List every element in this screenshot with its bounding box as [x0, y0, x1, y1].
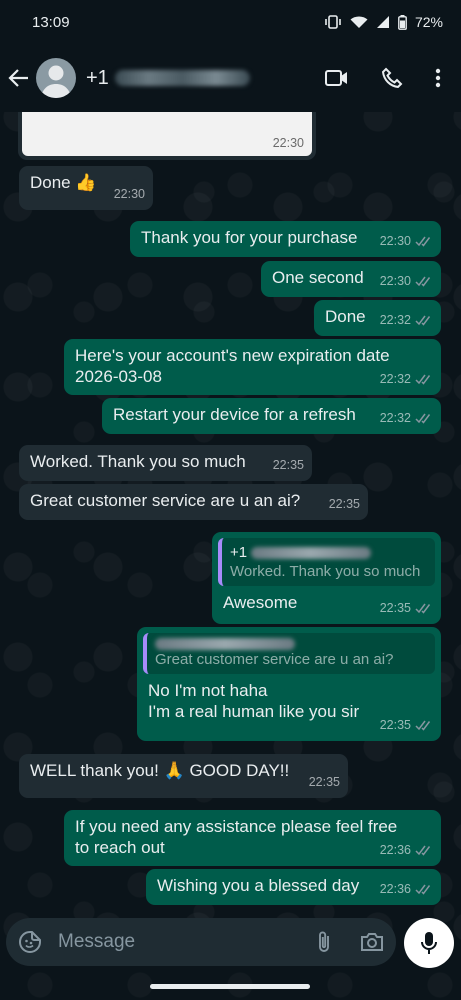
quoted-author	[155, 638, 427, 650]
home-indicator[interactable]	[150, 984, 310, 989]
outgoing-reply-message[interactable]: +1 Worked. Thank you so much Awesome 22:…	[212, 532, 441, 624]
read-ticks-icon	[415, 236, 431, 247]
outgoing-message[interactable]: Restart your device for a refresh 22:32	[102, 398, 441, 434]
default-avatar-icon	[41, 65, 71, 98]
message-time: 22:30	[272, 136, 304, 150]
outgoing-message[interactable]: If you need any assistance please feel f…	[64, 810, 441, 866]
battery-percent: 72%	[414, 14, 443, 30]
quoted-author: +1	[230, 543, 427, 562]
message-time: 22:32	[379, 313, 411, 327]
message-time: 22:35	[328, 497, 360, 511]
video-call-button[interactable]	[325, 69, 349, 87]
outgoing-reply-message[interactable]: Great customer service are u an ai? No I…	[137, 627, 441, 741]
message-composer	[6, 918, 396, 966]
contact-number-prefix: +1	[86, 66, 109, 89]
wifi-icon	[350, 16, 368, 28]
avatar[interactable]	[36, 58, 76, 98]
chat-header: +1	[0, 44, 461, 112]
vibrate-icon	[325, 15, 341, 29]
incoming-message[interactable]: Great customer service are u an ai? 22:3…	[19, 484, 368, 520]
message-text-line-2: to reach out	[75, 838, 165, 857]
message-time: 22:36	[379, 843, 411, 857]
quoted-author-prefix: +1	[230, 544, 248, 561]
more-options-button[interactable]	[435, 68, 441, 88]
camera-button[interactable]	[360, 932, 384, 952]
read-ticks-icon	[415, 884, 431, 895]
message-text-line-1: Here's your account's new expiration dat…	[75, 346, 390, 365]
voice-call-button[interactable]	[381, 67, 403, 89]
video-camera-icon	[325, 70, 347, 86]
more-vertical-icon	[435, 68, 441, 88]
redacted-number	[114, 70, 250, 86]
image-message[interactable]: 22:30	[18, 108, 316, 160]
status-time: 13:09	[32, 13, 70, 31]
sticker-button[interactable]	[18, 930, 42, 954]
microphone-icon	[421, 932, 437, 954]
message-text-line-1: No I'm not haha	[148, 681, 268, 700]
message-time: 22:30	[113, 187, 145, 201]
arrow-left-icon	[8, 69, 28, 87]
contact-name[interactable]: +1	[86, 67, 325, 90]
message-text: WELL thank you! 🙏 GOOD DAY!!	[30, 761, 290, 780]
voice-message-button[interactable]	[404, 918, 454, 968]
quoted-message[interactable]: Great customer service are u an ai?	[143, 633, 435, 674]
message-text: Restart your device for a refresh	[113, 405, 356, 424]
message-time: 22:32	[379, 411, 411, 425]
outgoing-message[interactable]: Done 22:32	[314, 300, 441, 336]
attach-button[interactable]	[316, 930, 332, 954]
read-ticks-icon	[415, 603, 431, 614]
message-text: Thank you for your purchase	[141, 228, 358, 247]
image-attachment[interactable]: 22:30	[22, 108, 312, 156]
incoming-message[interactable]: Done 👍 22:30	[19, 166, 153, 210]
message-time: 22:35	[379, 718, 411, 732]
message-text: One second	[272, 268, 364, 287]
phone-icon	[381, 67, 403, 89]
quoted-message[interactable]: +1 Worked. Thank you so much	[218, 538, 435, 586]
status-icons: 72%	[324, 14, 443, 30]
outgoing-message[interactable]: One second 22:30	[261, 261, 441, 297]
message-time: 22:30	[379, 274, 411, 288]
outgoing-message[interactable]: Wishing you a blessed day 22:36	[146, 869, 441, 905]
read-ticks-icon	[415, 845, 431, 856]
message-time: 22:35	[308, 775, 340, 789]
message-text: Done	[325, 307, 366, 326]
sticker-icon	[19, 931, 41, 953]
redacted-number	[155, 638, 295, 650]
quoted-text: Worked. Thank you so much	[230, 563, 421, 580]
message-input[interactable]	[56, 930, 316, 954]
message-time: 22:35	[272, 458, 304, 472]
read-ticks-icon	[415, 374, 431, 385]
message-time: 22:30	[379, 234, 411, 248]
outgoing-message[interactable]: Here's your account's new expiration dat…	[64, 339, 441, 395]
incoming-message[interactable]: WELL thank you! 🙏 GOOD DAY!! 22:35	[19, 754, 348, 798]
message-text-line-2: 2026-03-08	[75, 367, 162, 386]
message-text: Worked. Thank you so much	[30, 452, 246, 471]
read-ticks-icon	[415, 276, 431, 287]
message-time: 22:35	[379, 601, 411, 615]
message-text: Great customer service are u an ai?	[30, 491, 301, 510]
outgoing-message[interactable]: Thank you for your purchase 22:30	[130, 221, 441, 257]
redacted-number	[251, 546, 372, 559]
read-ticks-icon	[415, 413, 431, 424]
back-button[interactable]	[6, 58, 32, 98]
quoted-text: Great customer service are u an ai?	[155, 651, 394, 668]
paperclip-icon	[319, 931, 329, 952]
message-time: 22:32	[379, 372, 411, 386]
battery-icon	[398, 14, 407, 30]
message-text: Done 👍	[30, 173, 97, 192]
camera-icon	[361, 933, 383, 951]
status-bar: 13:09 72%	[0, 0, 461, 44]
message-time: 22:36	[379, 882, 411, 896]
message-text: Wishing you a blessed day	[157, 876, 360, 895]
read-ticks-icon	[415, 315, 431, 326]
signal-icon	[376, 16, 389, 28]
incoming-message[interactable]: Worked. Thank you so much 22:35	[19, 445, 312, 481]
read-ticks-icon	[415, 720, 431, 731]
message-text-line-1: If you need any assistance please feel f…	[75, 817, 398, 836]
